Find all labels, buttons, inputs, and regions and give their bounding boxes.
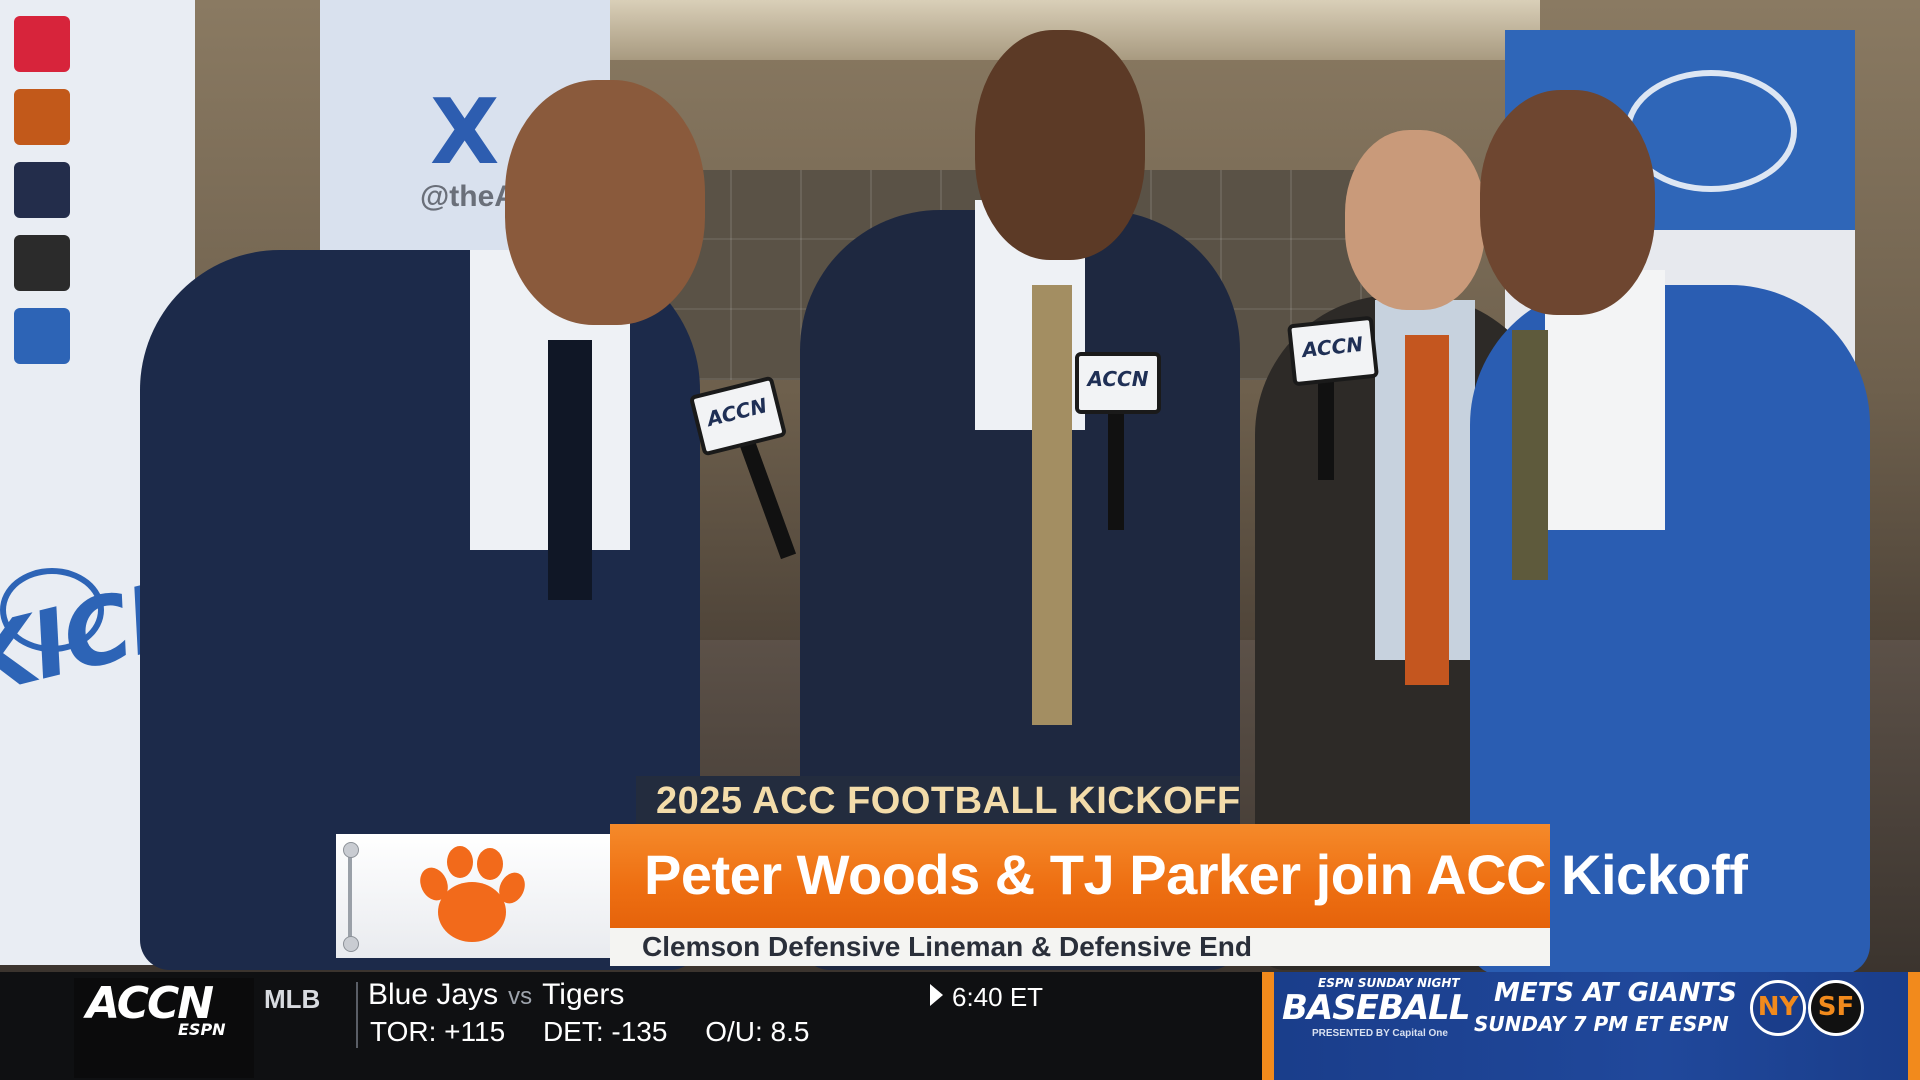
event-title: 2025 ACC FOOTBALL KICKOFF [656,780,1241,822]
game-time: 6:40 ET [952,982,1044,1012]
ticker-divider [356,982,358,1048]
home-team: Tigers [542,978,625,1011]
promo-title: METS AT GIANTS [1494,978,1737,1008]
promo-sponsor: PRESENTED BY Capital One [1312,1028,1448,1039]
mic-handle [739,440,797,560]
panel-rod [348,846,352,946]
school-logo-grid [10,10,140,375]
smu-logo-icon [14,16,70,72]
tie [548,340,592,600]
matchup: Blue Jays vs Tigers [368,978,624,1012]
panel-rivet-bottom [343,936,359,952]
team-logo-panel [336,834,610,958]
odds-total: O/U: 8.5 [705,1016,810,1047]
head [975,30,1145,260]
away-team: Blue Jays [368,978,499,1011]
play-icon [930,984,943,1006]
vs-label: vs [508,983,533,1010]
mic-flag-right: ACCN [1286,315,1380,387]
mic-flag-left: ACCN [688,375,788,457]
promo-brand: BASEBALL [1282,988,1470,1028]
clemson-paw-icon [420,846,525,942]
odds-away: TOR: +115 [370,1016,506,1047]
tie [1512,330,1548,580]
odds-home: DET: -135 [542,1016,668,1047]
tie [1405,335,1449,685]
syracuse-logo-icon [14,89,70,145]
x-logo-icon: X [430,80,500,185]
headline: Peter Woods & TJ Parker join ACC Kickoff [644,843,1748,906]
wake-forest-logo-icon [14,235,70,291]
betting-odds: TOR: +115 DET: -135 O/U: 8.5 [370,1016,839,1048]
mets-logo-icon: NY [1750,980,1806,1036]
network-sub: ESPN [178,1020,226,1039]
acc-logo-icon [14,308,70,364]
promo-stripe-left [1262,972,1274,1080]
head [1480,90,1655,315]
mic-flag-center: ACCN [1075,352,1161,414]
virginia-logo-icon [14,162,70,218]
subheadline: Clemson Defensive Lineman & Defensive En… [642,931,1252,962]
tie [1032,285,1072,725]
panel-rivet-top [343,842,359,858]
promo-stripe-right [1908,972,1920,1080]
head [1345,130,1485,310]
promo-time: SUNDAY 7 PM ET ESPN [1474,1012,1729,1036]
giants-logo-icon: SF [1808,980,1864,1036]
league-label: MLB [264,984,321,1014]
head [505,80,705,325]
mic-handle [1108,410,1124,530]
